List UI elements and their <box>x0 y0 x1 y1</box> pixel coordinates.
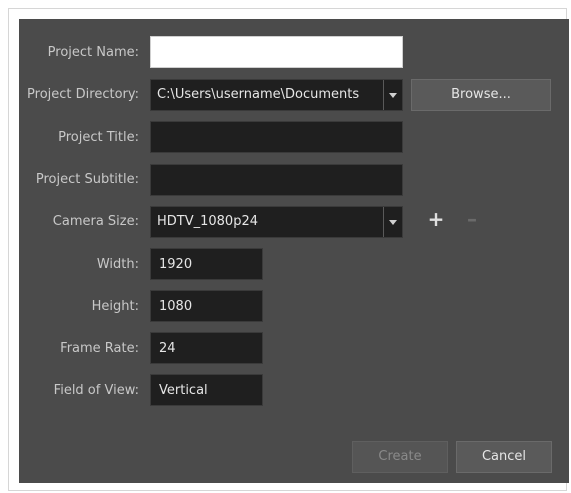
camera-size-label: Camera Size: <box>52 214 139 229</box>
create-button[interactable]: Create <box>352 441 448 473</box>
field-of-view-label: Field of View: <box>53 383 139 398</box>
camera-size-combo[interactable]: HDTV_1080p24 <box>150 206 403 238</box>
width-label: Width: <box>96 257 139 272</box>
project-title-input[interactable] <box>150 121 403 153</box>
project-subtitle-input[interactable] <box>150 164 403 196</box>
chevron-down-icon[interactable] <box>383 80 402 110</box>
width-input[interactable] <box>150 248 263 280</box>
browse-button[interactable]: Browse... <box>411 79 551 111</box>
remove-camera-size-button[interactable]: – <box>462 209 482 229</box>
project-directory-label: Project Directory: <box>27 87 139 102</box>
project-name-label: Project Name: <box>47 45 139 60</box>
camera-size-value: HDTV_1080p24 <box>157 214 258 229</box>
chevron-down-icon[interactable] <box>383 207 402 237</box>
height-input[interactable] <box>150 290 263 322</box>
project-directory-value: C:\Users\username\Documents <box>157 87 360 102</box>
height-label: Height: <box>91 299 139 314</box>
frame-rate-input[interactable] <box>150 332 263 364</box>
project-name-input[interactable] <box>150 36 403 68</box>
frame-rate-label: Frame Rate: <box>60 341 139 356</box>
new-project-dialog: Project Name: Project Directory: C:\User… <box>19 19 569 483</box>
add-camera-size-button[interactable]: + <box>426 209 446 229</box>
project-directory-combo[interactable]: C:\Users\username\Documents <box>150 79 403 111</box>
field-of-view-input[interactable] <box>150 374 263 406</box>
cancel-button[interactable]: Cancel <box>456 441 552 473</box>
project-subtitle-label: Project Subtitle: <box>35 172 139 187</box>
project-title-label: Project Title: <box>58 130 139 145</box>
